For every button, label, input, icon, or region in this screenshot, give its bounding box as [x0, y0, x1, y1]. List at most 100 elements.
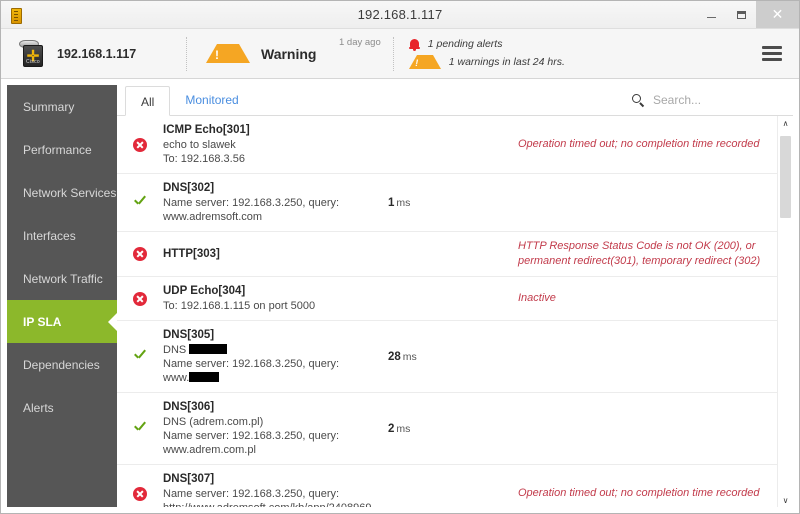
sidebar-item-label: Summary: [23, 99, 75, 114]
row-subtitle: www.: [163, 371, 380, 385]
error-icon: [133, 486, 147, 501]
sidebar-navigation: Summary Performance Network Services Int…: [7, 85, 117, 507]
row-title: DNS[307]: [163, 473, 215, 485]
table-row[interactable]: ICMP Echo[301] echo to slawek To: 192.16…: [117, 116, 777, 174]
check-icon: [133, 422, 147, 436]
table-row[interactable]: HTTP[303] HTTP Response Status Code is n…: [117, 232, 777, 277]
sidebar-item-network-services[interactable]: Network Services: [7, 171, 117, 214]
sidebar-item-interfaces[interactable]: Interfaces: [7, 214, 117, 257]
row-description: DNS[307] Name server: 192.168.3.250, que…: [163, 472, 388, 507]
table-row[interactable]: DNS[306] DNS (adrem.com.pl) Name server:…: [117, 393, 777, 465]
row-message: Operation timed out; no completion time …: [518, 487, 760, 499]
row-description: DNS[305] DNS Name server: 192.168.3.250,…: [163, 328, 388, 385]
redaction-block: [189, 372, 220, 382]
bell-icon: [408, 38, 420, 51]
row-description: HTTP[303]: [163, 247, 388, 262]
row-subtitle: http://www.adremsoft.com/kb/app/2408969: [163, 501, 380, 507]
scroll-up-arrow-icon[interactable]: ∧: [778, 116, 793, 130]
row-value-unit: ms: [402, 350, 417, 363]
device-identity[interactable]: ✛ Cisco 192.168.1.117: [1, 39, 186, 68]
scrollbar-track[interactable]: [778, 132, 793, 491]
row-value: 2 ms: [388, 423, 518, 435]
minimize-button[interactable]: [696, 1, 726, 28]
search-input[interactable]: [651, 92, 765, 108]
row-title: DNS[305]: [163, 329, 215, 341]
row-value-unit: ms: [396, 196, 411, 209]
sidebar-item-label: Dependencies: [23, 357, 100, 372]
ip-sla-list: ICMP Echo[301] echo to slawek To: 192.16…: [117, 116, 777, 507]
sidebar-item-network-traffic[interactable]: Network Traffic: [7, 257, 117, 300]
error-icon: [133, 291, 147, 306]
maximize-button[interactable]: [726, 1, 756, 28]
row-value-number: 1: [388, 196, 395, 209]
row-message: Operation timed out; no completion time …: [518, 138, 760, 150]
search-icon: [632, 93, 645, 107]
row-subtitle: www.adrem.com.pl: [163, 444, 256, 456]
tab-strip: All Monitored: [117, 85, 793, 116]
row-message: HTTP Response Status Code is not OK (200…: [518, 240, 761, 267]
status-icon-cell: [117, 422, 163, 436]
table-row[interactable]: DNS[307] Name server: 192.168.3.250, que…: [117, 465, 777, 507]
sidebar-item-performance[interactable]: Performance: [7, 128, 117, 171]
search-box: [632, 85, 793, 115]
row-subtitle: To: 192.168.3.56: [163, 153, 245, 165]
status-icon-cell: [117, 291, 163, 306]
last-update-time: 1 day ago: [339, 37, 381, 48]
warnings-24h-text: 1 warnings in last 24 hrs.: [448, 55, 565, 68]
row-description: DNS[306] DNS (adrem.com.pl) Name server:…: [163, 400, 388, 457]
sidebar-item-alerts[interactable]: Alerts: [7, 386, 117, 429]
row-subtitle: Name server: 192.168.3.250, query:: [163, 488, 340, 500]
row-subtitle: DNS: [163, 343, 380, 357]
error-icon: [133, 247, 147, 261]
sidebar-item-ip-sla[interactable]: IP SLA: [7, 300, 117, 343]
row-title: HTTP[303]: [163, 247, 220, 260]
close-button[interactable]: ✕: [756, 1, 799, 28]
status-icon-cell: [117, 486, 163, 501]
row-value: 28 ms: [388, 351, 518, 363]
status-icon-cell: [117, 196, 163, 210]
application-window: 192.168.1.117 ✕ ✛Cisco 192.168.1.117 War…: [0, 0, 800, 514]
table-row[interactable]: UDP Echo[304] To: 192.168.1.115 on port …: [117, 277, 777, 321]
row-title: DNS[306]: [163, 401, 215, 413]
status-icon-cell: [117, 247, 163, 261]
sidebar-item-label: Interfaces: [23, 228, 76, 243]
window-controls: ✕: [696, 1, 799, 28]
title-bar: 192.168.1.117 ✕: [1, 1, 799, 29]
device-chip-icon: [8, 7, 24, 24]
row-title: ICMP Echo[301]: [163, 124, 250, 136]
content-panel: All Monitored ICMP Echo[301]: [117, 85, 793, 507]
vertical-scrollbar[interactable]: ∧ ∨: [777, 116, 793, 507]
sidebar-item-label: Performance: [23, 142, 92, 157]
device-status: Warning: [188, 44, 333, 63]
row-subtitle-text: www.: [163, 372, 190, 384]
error-icon: [133, 137, 147, 152]
row-value-unit: ms: [396, 422, 411, 435]
row-value: 1 ms: [388, 197, 518, 209]
row-value-number: 2: [388, 422, 395, 435]
window-title: 192.168.1.117: [357, 7, 443, 22]
row-title: DNS[302]: [163, 182, 215, 194]
sidebar-item-label: Network Traffic: [23, 271, 103, 286]
table-row[interactable]: DNS[302] Name server: 192.168.3.250, que…: [117, 174, 777, 232]
row-title: UDP Echo[304]: [163, 285, 246, 297]
tab-all[interactable]: All: [125, 86, 171, 116]
cisco-router-icon: ✛ Cisco: [17, 39, 47, 68]
redaction-block: [189, 344, 228, 354]
row-message: Inactive: [518, 292, 556, 304]
table-row[interactable]: DNS[305] DNS Name server: 192.168.3.250,…: [117, 321, 777, 393]
sidebar-item-dependencies[interactable]: Dependencies: [7, 343, 117, 386]
alert-summary: 1 pending alerts 1 warnings in last 24 h…: [395, 38, 565, 69]
device-name: 192.168.1.117: [57, 46, 137, 61]
row-subtitle: www.adremsoft.com: [163, 211, 263, 223]
warnings-24h-line[interactable]: 1 warnings in last 24 hrs.: [408, 55, 565, 69]
sidebar-item-summary[interactable]: Summary: [7, 85, 117, 128]
row-subtitle-text: DNS: [163, 344, 187, 356]
ip-sla-list-container: ICMP Echo[301] echo to slawek To: 192.16…: [117, 116, 793, 507]
row-subtitle: Name server: 192.168.3.250, query:: [163, 358, 340, 370]
hamburger-menu-icon[interactable]: [762, 46, 782, 61]
pending-alerts-line[interactable]: 1 pending alerts: [408, 38, 565, 51]
tab-monitored[interactable]: Monitored: [170, 85, 253, 115]
main-body: Summary Performance Network Services Int…: [1, 79, 799, 513]
scroll-down-arrow-icon[interactable]: ∨: [778, 493, 793, 507]
scrollbar-thumb[interactable]: [780, 136, 791, 218]
